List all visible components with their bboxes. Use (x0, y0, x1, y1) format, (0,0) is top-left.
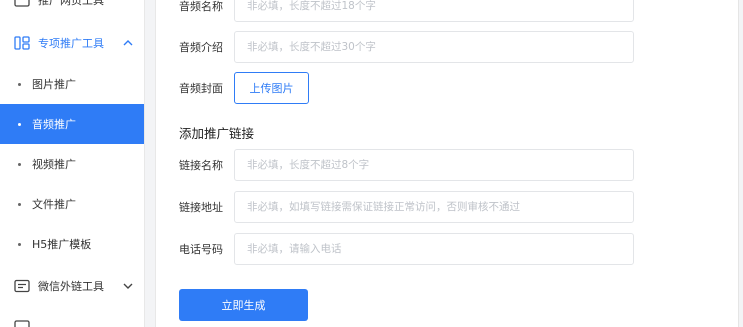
link-name-label: 链接名称 (179, 159, 223, 172)
scrollbar-track[interactable] (738, 0, 743, 327)
audio-cover-label: 音频封面 (179, 82, 223, 95)
link-name-input[interactable] (234, 149, 634, 181)
sidebar-section-web-tools[interactable]: 推广网页工具 (0, 0, 144, 10)
partial-icon (14, 320, 30, 327)
page-icon (14, 0, 30, 7)
sidebar-item-image-promo[interactable]: 图片推广 (0, 64, 144, 104)
sidebar-section-special-tools[interactable]: 专项推广工具 (0, 23, 144, 63)
layout-icon (14, 36, 30, 50)
sidebar-item-label: 视频推广 (32, 158, 76, 171)
phone-input[interactable] (234, 233, 634, 265)
form-row-audio-name: 音频名称 (179, 0, 634, 22)
sidebar-section-wechat-tools[interactable]: 微信外链工具 (0, 266, 144, 306)
sidebar-section-label: 专项推广工具 (38, 37, 104, 50)
phone-label: 电话号码 (179, 243, 223, 256)
form-row-audio-intro: 音频介绍 (179, 31, 634, 63)
audio-intro-label: 音频介绍 (179, 41, 223, 54)
sidebar-item-h5-template[interactable]: H5推广模板 (0, 224, 144, 264)
generate-button[interactable]: 立即生成 (179, 289, 308, 321)
upload-image-button[interactable]: 上传图片 (234, 72, 309, 104)
sidebar-item-file-promo[interactable]: 文件推广 (0, 184, 144, 224)
sidebar-item-video-promo[interactable]: 视频推广 (0, 144, 144, 184)
audio-name-input[interactable] (234, 0, 634, 22)
sidebar-item-label: H5推广模板 (32, 238, 92, 251)
sidebar-item-label: 图片推广 (32, 78, 76, 91)
card-icon (14, 279, 30, 293)
sidebar-item-label: 音频推广 (32, 118, 76, 131)
page: 推广网页工具 专项推广工具 图片推广 音频推广 视频推广 文件推广 H5推广模板… (0, 0, 743, 327)
bullet-dot (18, 122, 21, 126)
form-row-link-url: 链接地址 (179, 191, 634, 223)
main-content: 音频名称 音频介绍 音频封面 上传图片 添加推广链接 链接名称 链接地址 电话号… (155, 0, 743, 327)
form-row-phone: 电话号码 (179, 233, 634, 265)
sidebar-item-label: 文件推广 (32, 198, 76, 211)
link-url-label: 链接地址 (179, 201, 223, 214)
form-row-audio-cover: 音频封面 上传图片 (179, 72, 309, 104)
audio-intro-input[interactable] (234, 31, 634, 63)
sidebar-section-label: 推广网页工具 (38, 0, 104, 7)
chevron-up-icon (123, 40, 133, 46)
sidebar: 推广网页工具 专项推广工具 图片推广 音频推广 视频推广 文件推广 H5推广模板… (0, 0, 145, 327)
form-row-link-name: 链接名称 (179, 149, 634, 181)
bullet-dot (18, 162, 21, 166)
chevron-down-icon (123, 283, 133, 289)
sidebar-section-label: 微信外链工具 (38, 280, 104, 293)
bullet-dot (18, 242, 21, 246)
link-url-input[interactable] (234, 191, 634, 223)
sidebar-item-audio-promo[interactable]: 音频推广 (0, 104, 144, 144)
bullet-dot (18, 82, 21, 86)
bullet-dot (18, 202, 21, 206)
audio-name-label: 音频名称 (179, 0, 223, 13)
section-title: 添加推广链接 (179, 126, 255, 141)
